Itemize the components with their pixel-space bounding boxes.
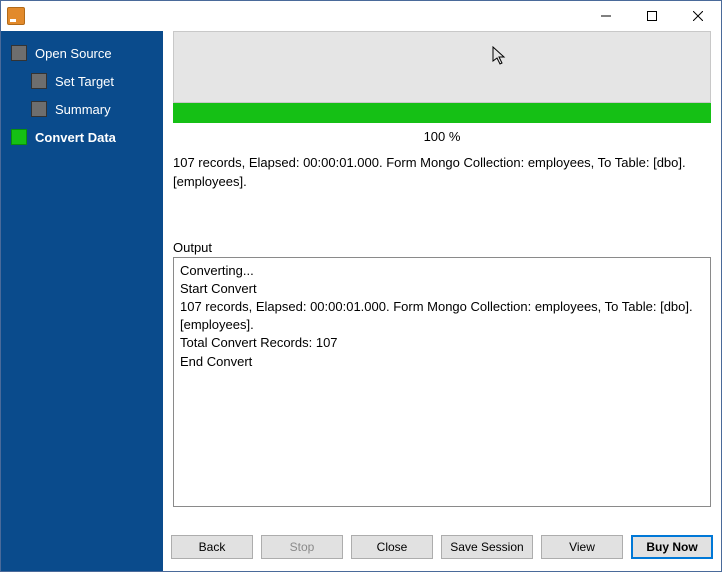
- app-window: Open Source Set Target Summary Convert D…: [0, 0, 722, 572]
- save-session-button[interactable]: Save Session: [441, 535, 533, 559]
- header-panel: [173, 31, 711, 103]
- maximize-button[interactable]: [629, 1, 675, 31]
- cursor-icon: [492, 46, 508, 66]
- sidebar-item-label: Set Target: [55, 74, 114, 89]
- output-textarea[interactable]: Converting...Start Convert107 records, E…: [173, 257, 711, 507]
- output-label: Output: [173, 240, 711, 257]
- sidebar-item-convert-data[interactable]: Convert Data: [1, 123, 163, 151]
- step-icon: [11, 129, 27, 145]
- status-text: 107 records, Elapsed: 00:00:01.000. Form…: [173, 154, 711, 192]
- sidebar-item-open-source[interactable]: Open Source: [1, 39, 163, 67]
- progress-bar: [173, 103, 711, 123]
- sidebar-item-label: Summary: [55, 102, 111, 117]
- stop-button[interactable]: Stop: [261, 535, 343, 559]
- buy-now-button[interactable]: Buy Now: [631, 535, 713, 559]
- window-body: Open Source Set Target Summary Convert D…: [1, 31, 721, 571]
- sidebar-item-summary[interactable]: Summary: [1, 95, 163, 123]
- view-button[interactable]: View: [541, 535, 623, 559]
- progress-section: 100 %: [173, 103, 711, 154]
- minimize-button[interactable]: [583, 1, 629, 31]
- step-icon: [31, 73, 47, 89]
- sidebar-item-set-target[interactable]: Set Target: [1, 67, 163, 95]
- sidebar-item-label: Convert Data: [35, 130, 116, 145]
- sidebar-item-label: Open Source: [35, 46, 112, 61]
- sidebar: Open Source Set Target Summary Convert D…: [1, 31, 163, 571]
- main-panel: 100 % 107 records, Elapsed: 00:00:01.000…: [163, 31, 721, 571]
- step-icon: [31, 101, 47, 117]
- close-button[interactable]: Close: [351, 535, 433, 559]
- button-row: Back Stop Close Save Session View Buy No…: [163, 525, 721, 571]
- titlebar: [1, 1, 721, 31]
- window-controls: [583, 1, 721, 31]
- back-button[interactable]: Back: [171, 535, 253, 559]
- app-icon: [7, 7, 25, 25]
- content: 100 % 107 records, Elapsed: 00:00:01.000…: [163, 31, 721, 525]
- progress-percent-label: 100 %: [173, 123, 711, 154]
- step-icon: [11, 45, 27, 61]
- close-window-button[interactable]: [675, 1, 721, 31]
